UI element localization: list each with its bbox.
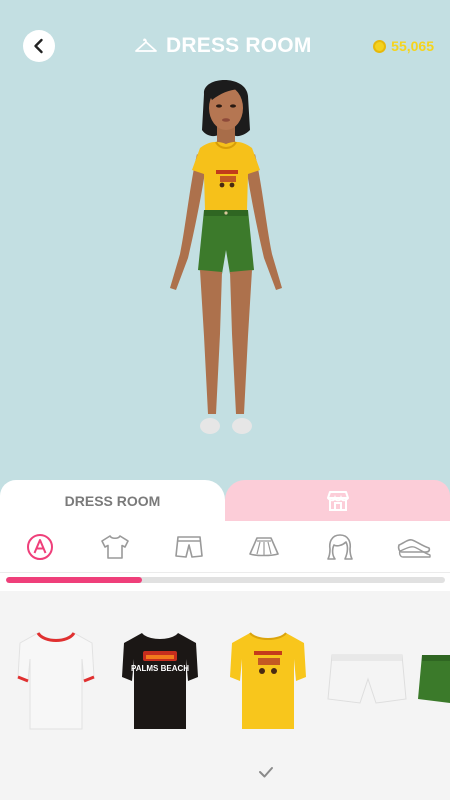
category-hair[interactable] [322, 531, 358, 563]
black-tshirt-print: PALMS BEACH [131, 664, 189, 673]
category-bar [0, 521, 450, 573]
avatar-stage: DRESS ROOM 55,065 [0, 0, 450, 480]
black-tshirt-image: PALMS BEACH [122, 633, 198, 729]
wardrobe-panel: PALMS BEACH [0, 521, 450, 800]
item-white-shorts[interactable] [320, 625, 416, 737]
avatar[interactable] [150, 74, 300, 446]
yellow-tshirt-image [230, 632, 306, 729]
back-button[interactable] [23, 30, 55, 62]
tab-dress-room[interactable]: DRESS ROOM [0, 480, 225, 521]
white-tshirt-image [17, 632, 95, 730]
tab-shop[interactable] [225, 480, 450, 521]
item-white-tshirt[interactable] [8, 625, 104, 737]
category-shoes[interactable] [396, 531, 432, 563]
coin-amount: 55,065 [391, 38, 434, 54]
scroll-progress [6, 577, 445, 583]
coin-balance: 55,065 [373, 36, 434, 56]
coin-icon [373, 39, 387, 53]
tab-bar: DRESS ROOM [0, 480, 450, 521]
page-title: DRESS ROOM [166, 34, 312, 57]
avatar-figure [170, 80, 282, 434]
title-group: DRESS ROOM [134, 32, 312, 60]
shorts-icon [175, 536, 203, 558]
tab-dress-room-label: DRESS ROOM [64, 492, 161, 509]
header: DRESS ROOM 55,065 [0, 24, 450, 68]
store-icon [326, 490, 349, 511]
item-black-tshirt[interactable]: PALMS BEACH [112, 625, 208, 737]
shoes-icon [397, 539, 431, 558]
hanger-icon [135, 38, 157, 52]
letter-a-icon [27, 534, 53, 560]
white-shorts-image [327, 654, 407, 704]
category-shorts[interactable] [171, 531, 207, 563]
item-carousel[interactable]: PALMS BEACH [0, 591, 450, 800]
category-all[interactable] [22, 531, 58, 563]
check-icon [259, 767, 273, 778]
tshirt-icon [101, 535, 129, 559]
item-green-shorts[interactable] [414, 625, 450, 737]
category-tops[interactable] [97, 531, 133, 563]
scroll-progress-fill [6, 577, 143, 583]
item-yellow-tshirt[interactable] [220, 625, 316, 737]
green-shorts-image [418, 655, 450, 703]
hair-icon [327, 534, 353, 560]
category-skirts[interactable] [246, 531, 282, 563]
chevron-left-icon [34, 38, 43, 54]
skirt-icon [249, 537, 279, 557]
